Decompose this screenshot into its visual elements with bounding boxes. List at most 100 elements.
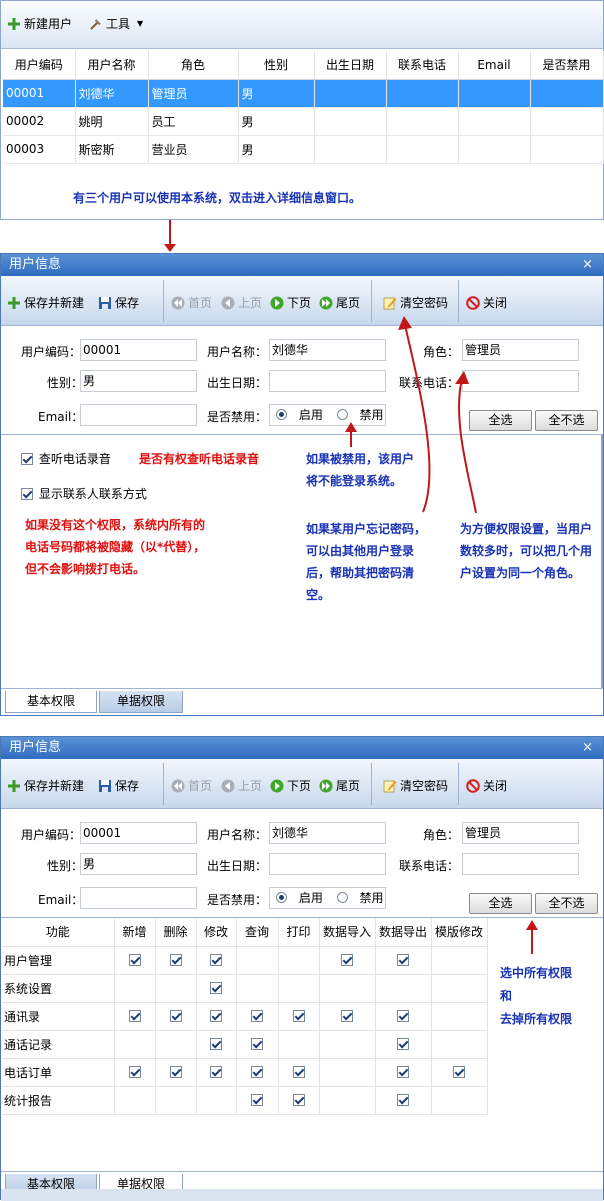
- permission-cell[interactable]: [236, 1058, 279, 1087]
- permission-checkbox[interactable]: [251, 1038, 263, 1050]
- permission-checkbox[interactable]: [210, 1038, 222, 1050]
- select-all-button[interactable]: 全选: [469, 893, 532, 914]
- permission-checkbox[interactable]: [210, 1066, 222, 1078]
- permission-checkbox[interactable]: [128, 954, 141, 966]
- permission-cell[interactable]: [236, 974, 279, 1003]
- permission-cell[interactable]: [196, 946, 237, 975]
- permission-cell[interactable]: [196, 1030, 237, 1059]
- permission-cell[interactable]: [114, 1002, 156, 1031]
- permission-cell[interactable]: [431, 1058, 488, 1087]
- close-button[interactable]: 关闭: [466, 777, 507, 794]
- up-arrow-icon: [526, 920, 538, 954]
- permission-checkbox[interactable]: [128, 1010, 141, 1022]
- permission-checkbox[interactable]: [292, 1010, 305, 1022]
- gender-field[interactable]: 男: [80, 853, 197, 875]
- permission-cell[interactable]: [236, 1086, 279, 1115]
- permission-cell[interactable]: [155, 1086, 197, 1115]
- permission-cell[interactable]: [431, 1030, 488, 1059]
- permission-cell[interactable]: [236, 1030, 279, 1059]
- permission-cell[interactable]: [431, 974, 488, 1003]
- save-new-button[interactable]: 保存并新建: [7, 777, 84, 794]
- permission-cell[interactable]: [278, 1086, 320, 1115]
- permission-checkbox[interactable]: [397, 1038, 409, 1050]
- permission-cell[interactable]: [319, 1086, 376, 1115]
- permission-cell[interactable]: [431, 1002, 488, 1031]
- permission-cell[interactable]: [196, 1086, 237, 1115]
- clear-password-button[interactable]: 清空密码: [383, 777, 448, 794]
- phone-field[interactable]: [462, 853, 579, 875]
- permission-checkbox[interactable]: [251, 1066, 263, 1078]
- permission-checkbox[interactable]: [397, 1010, 409, 1022]
- permission-checkbox[interactable]: [210, 954, 222, 966]
- permission-cell[interactable]: [114, 1058, 156, 1087]
- permission-cell[interactable]: [196, 1058, 237, 1087]
- permission-row: 通讯录: [2, 1002, 488, 1031]
- birth-date-field[interactable]: [269, 853, 386, 875]
- permission-cell[interactable]: [319, 1058, 376, 1087]
- permission-checkbox[interactable]: [169, 1010, 182, 1022]
- permission-cell[interactable]: [155, 974, 197, 1003]
- permission-cell[interactable]: [375, 1030, 432, 1059]
- permission-checkbox[interactable]: [292, 1066, 305, 1078]
- enabled-radio[interactable]: [276, 892, 287, 903]
- permission-cell[interactable]: [375, 1002, 432, 1031]
- permission-checkbox[interactable]: [169, 1066, 182, 1078]
- permission-cell[interactable]: [278, 1058, 320, 1087]
- permission-checkbox[interactable]: [210, 1010, 222, 1022]
- permission-cell[interactable]: [114, 1086, 156, 1115]
- document-permission-table: 功能 新增 删除 修改 查询 打印 数据导入 数据导出 模版修改 用户管理 系统设置 通讯录 通话记录…: [2, 918, 488, 1115]
- first-page-icon: [171, 779, 185, 792]
- permission-checkbox[interactable]: [341, 954, 353, 966]
- permission-cell[interactable]: [155, 1030, 197, 1059]
- first-page-button[interactable]: 首页: [171, 777, 212, 794]
- prev-page-button[interactable]: 上页: [221, 777, 262, 794]
- permission-checkbox[interactable]: [251, 1094, 263, 1106]
- permission-cell[interactable]: [375, 974, 432, 1003]
- close-icon[interactable]: ×: [582, 737, 593, 759]
- permission-cell[interactable]: [155, 946, 197, 975]
- disabled-radio[interactable]: [336, 892, 348, 903]
- next-page-icon: [270, 779, 284, 792]
- deselect-all-button[interactable]: 全不选: [535, 893, 598, 914]
- permission-cell[interactable]: [114, 1030, 156, 1059]
- permission-checkbox[interactable]: [341, 1010, 353, 1022]
- permission-cell[interactable]: [375, 1086, 432, 1115]
- permission-checkbox[interactable]: [453, 1066, 465, 1078]
- permission-checkbox[interactable]: [397, 1066, 409, 1078]
- permission-cell[interactable]: [278, 946, 320, 975]
- permission-cell[interactable]: [196, 974, 237, 1003]
- permission-cell[interactable]: [278, 1002, 320, 1031]
- permission-cell[interactable]: [236, 1002, 279, 1031]
- save-button[interactable]: 保存: [98, 777, 139, 794]
- gender-label: 性别：: [47, 859, 84, 873]
- permission-checkbox[interactable]: [210, 982, 222, 994]
- last-page-button[interactable]: 尾页: [319, 777, 360, 794]
- permission-checkbox[interactable]: [292, 1094, 305, 1106]
- permission-cell[interactable]: [114, 946, 156, 975]
- permission-cell[interactable]: [319, 946, 376, 975]
- permission-cell[interactable]: [431, 1086, 488, 1115]
- user-name-field[interactable]: 刘德华: [269, 822, 386, 844]
- permission-checkbox[interactable]: [397, 954, 409, 966]
- permission-cell[interactable]: [155, 1058, 197, 1087]
- permission-cell[interactable]: [319, 1002, 376, 1031]
- permission-cell[interactable]: [319, 974, 376, 1003]
- permission-cell[interactable]: [278, 1030, 320, 1059]
- permission-cell[interactable]: [155, 1002, 197, 1031]
- email-field[interactable]: [80, 887, 197, 909]
- role-field[interactable]: 管理员: [462, 822, 579, 844]
- permission-cell[interactable]: [278, 974, 320, 1003]
- permission-checkbox[interactable]: [251, 1010, 263, 1022]
- permission-cell[interactable]: [375, 1058, 432, 1087]
- permission-cell[interactable]: [319, 1030, 376, 1059]
- permission-cell[interactable]: [431, 946, 488, 975]
- permission-checkbox[interactable]: [128, 1066, 141, 1078]
- permission-checkbox[interactable]: [397, 1094, 409, 1106]
- permission-cell[interactable]: [236, 946, 279, 975]
- permission-cell[interactable]: [196, 1002, 237, 1031]
- user-code-field[interactable]: 00001: [80, 822, 197, 844]
- permission-checkbox[interactable]: [169, 954, 182, 966]
- permission-cell[interactable]: [114, 974, 156, 1003]
- next-page-button[interactable]: 下页: [270, 777, 311, 794]
- permission-cell[interactable]: [375, 946, 432, 975]
